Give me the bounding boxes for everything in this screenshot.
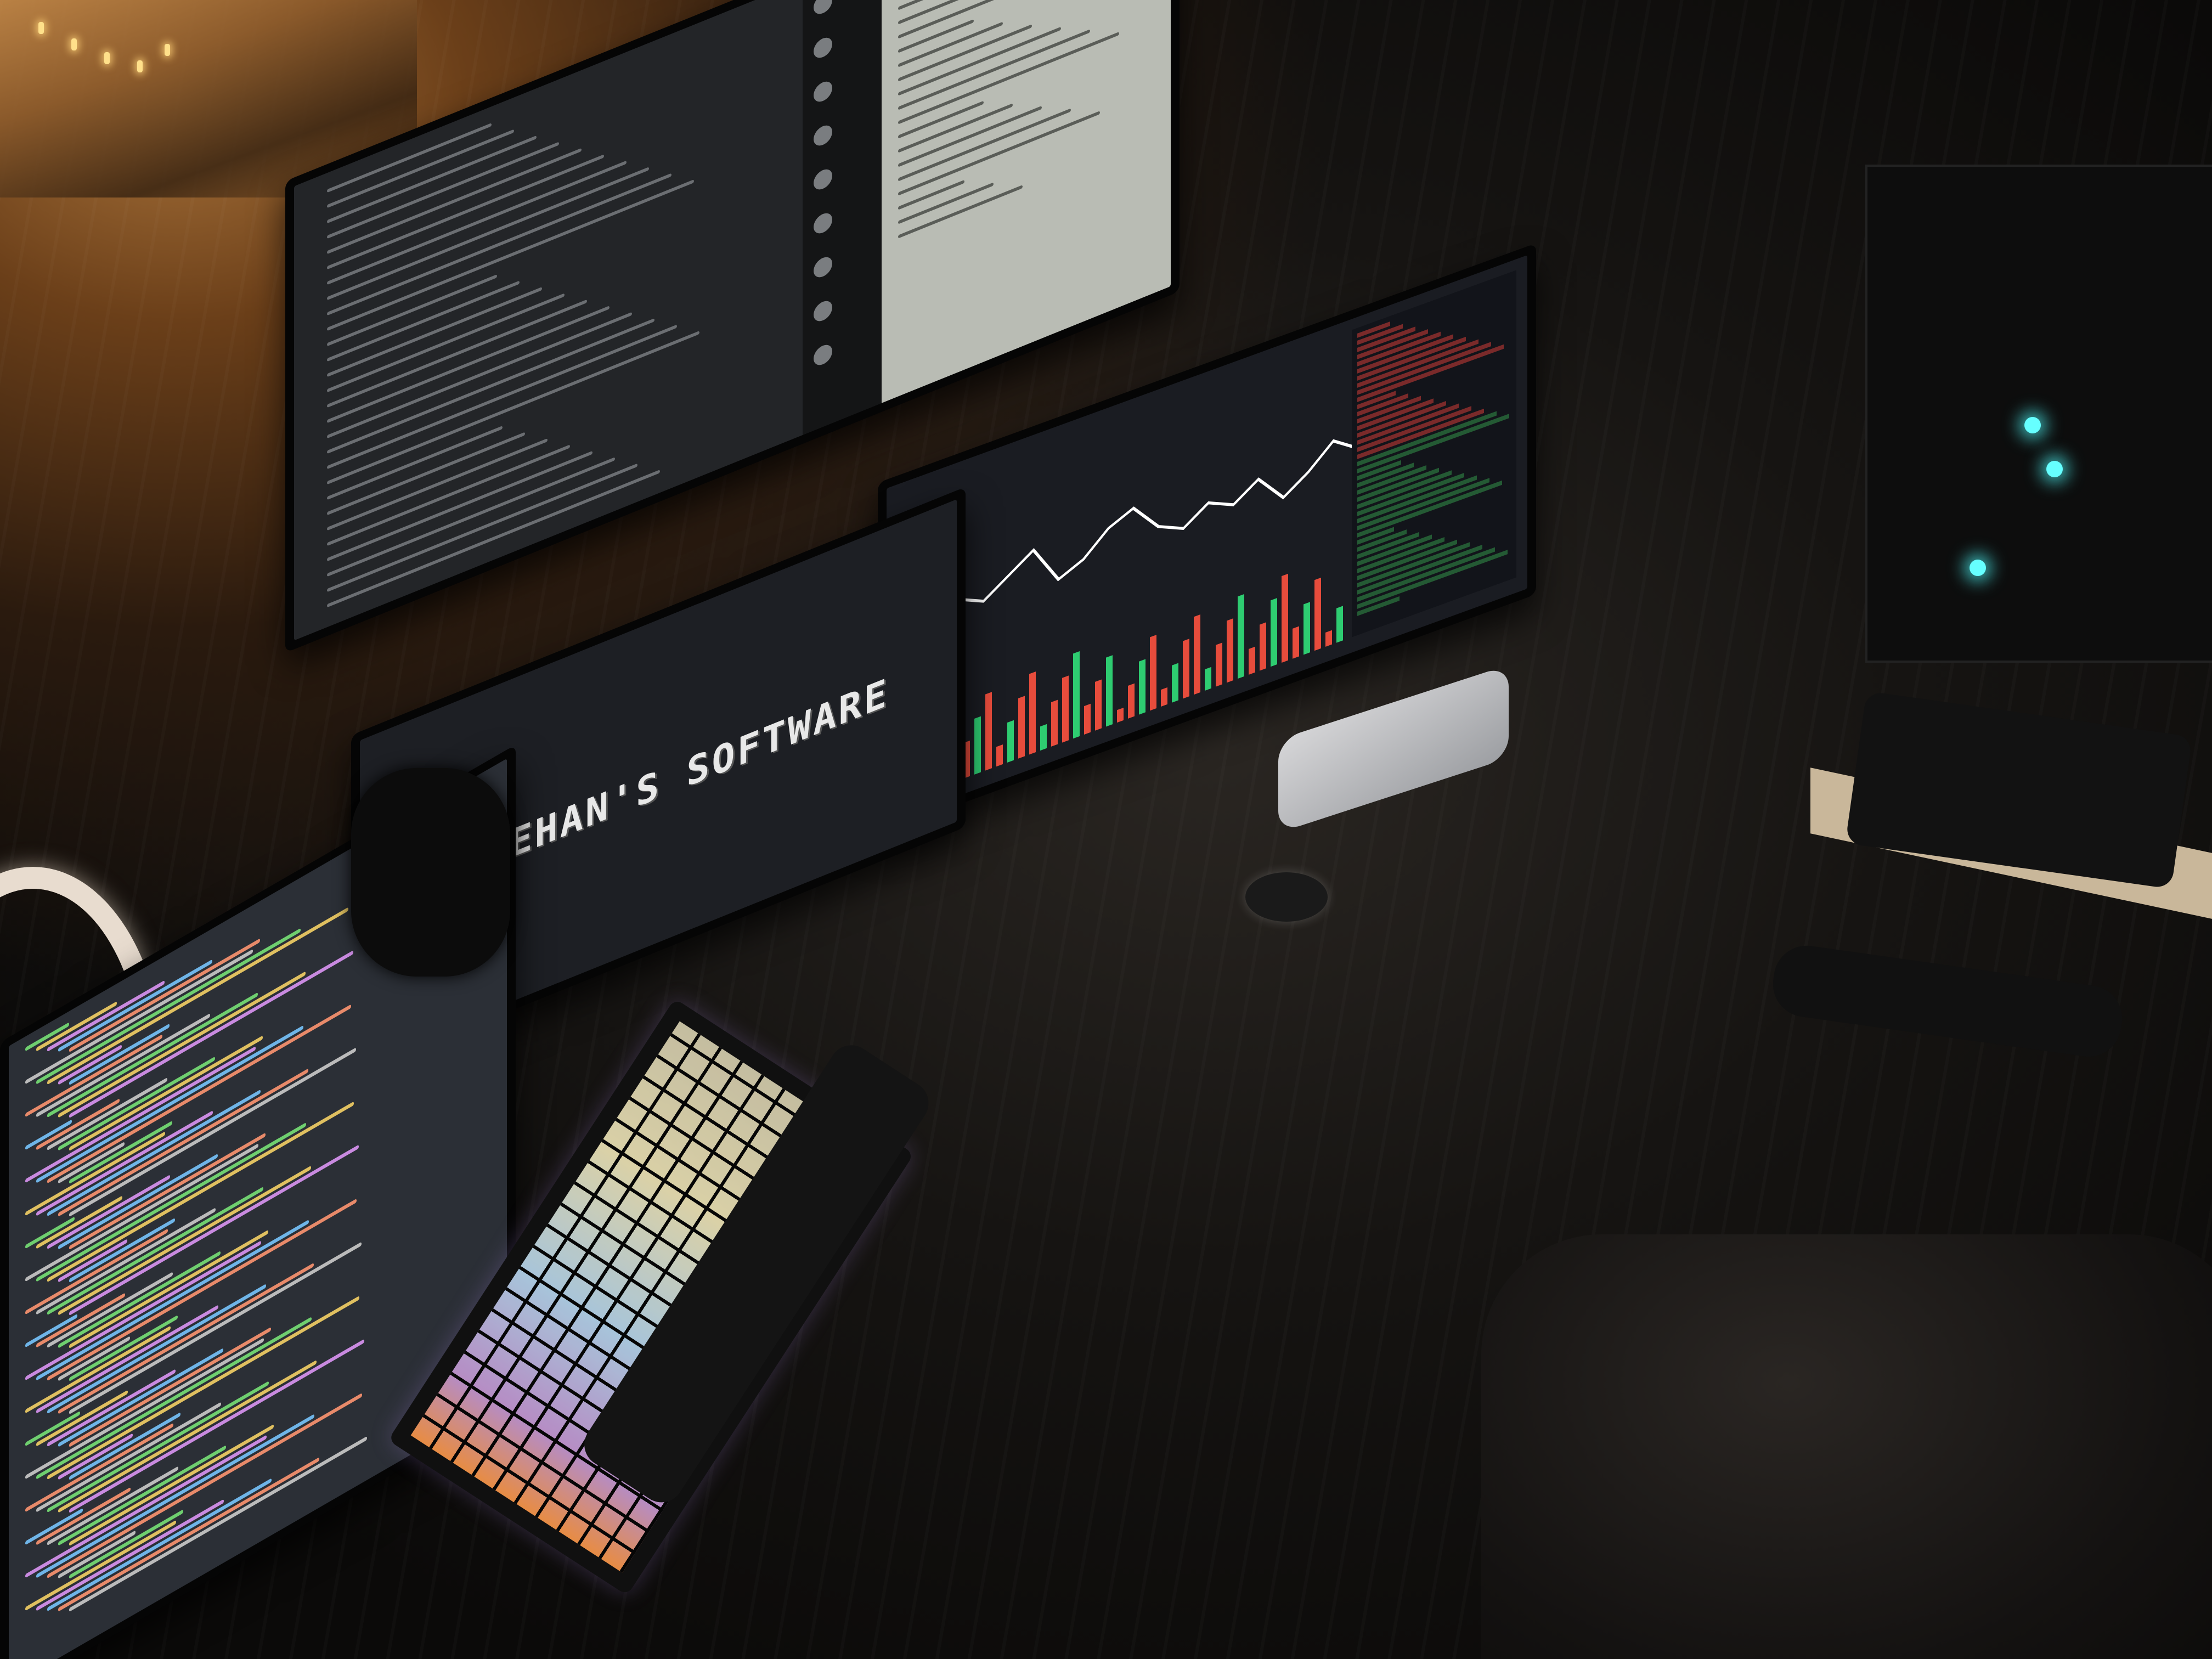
order-book bbox=[1352, 270, 1516, 637]
editor-text-line bbox=[898, 185, 1023, 239]
track-row bbox=[327, 444, 570, 546]
track-row bbox=[327, 160, 627, 285]
track-row bbox=[327, 179, 694, 331]
editor-text-line bbox=[898, 108, 1071, 182]
volume-bar bbox=[1336, 606, 1343, 643]
volume-bar bbox=[1172, 663, 1178, 703]
volume-bar bbox=[1216, 642, 1222, 687]
volume-bar bbox=[1249, 646, 1255, 675]
pc-case bbox=[1865, 165, 2212, 663]
chat-avatar bbox=[813, 210, 832, 236]
volume-bar bbox=[1029, 672, 1036, 755]
office-chair bbox=[1481, 1234, 2212, 1659]
volume-bar bbox=[1314, 577, 1321, 651]
volume-bar bbox=[1271, 598, 1277, 667]
track-row bbox=[327, 293, 565, 393]
joystick-glow bbox=[2046, 461, 2063, 477]
editor-text-line bbox=[898, 0, 1080, 25]
track-row bbox=[327, 148, 582, 255]
volume-bar bbox=[1139, 659, 1146, 715]
track-row bbox=[327, 173, 672, 316]
track-row bbox=[327, 274, 497, 347]
microphone bbox=[351, 768, 510, 977]
volume-bar bbox=[1128, 683, 1135, 719]
volume-bar bbox=[1106, 655, 1113, 727]
volume-bar bbox=[985, 692, 992, 771]
chat-avatar bbox=[813, 35, 832, 61]
volume-bar bbox=[1007, 720, 1014, 763]
volume-bar bbox=[1018, 696, 1025, 759]
volume-bar bbox=[1260, 622, 1266, 671]
volume-bar bbox=[1040, 724, 1047, 751]
volume-bar bbox=[1084, 703, 1091, 735]
joystick-glow bbox=[2024, 417, 2041, 433]
chat-avatar bbox=[813, 342, 832, 368]
editor-text-line bbox=[898, 26, 1061, 96]
editor-text-line bbox=[898, 0, 1109, 39]
fairy-light bbox=[71, 38, 77, 50]
track-row bbox=[327, 154, 604, 270]
joystick-glow bbox=[1970, 560, 1986, 576]
volume-bar bbox=[1095, 679, 1102, 731]
volume-bar bbox=[1293, 626, 1299, 659]
track-row bbox=[327, 324, 677, 470]
banner-text: LEEHAN'S SOFTWARE bbox=[459, 669, 889, 888]
volume-bar bbox=[1282, 573, 1288, 663]
volume-bar bbox=[1073, 651, 1080, 739]
volume-bar bbox=[1117, 707, 1124, 723]
volume-bar bbox=[1227, 618, 1233, 683]
fairy-light bbox=[38, 22, 44, 34]
volume-bar bbox=[1205, 667, 1211, 691]
volume-bar bbox=[1062, 675, 1069, 743]
volume-bar bbox=[1238, 594, 1244, 679]
fairy-light bbox=[137, 60, 143, 72]
volume-bar bbox=[1304, 602, 1310, 655]
chat-avatar bbox=[813, 298, 832, 324]
chat-pane bbox=[802, 0, 882, 436]
volume-bar bbox=[974, 716, 981, 775]
track-row bbox=[327, 426, 503, 500]
volume-bar bbox=[1051, 699, 1058, 747]
volume-bar bbox=[1161, 687, 1167, 707]
editor-text-line bbox=[898, 24, 1032, 82]
editor-text-line bbox=[898, 179, 964, 210]
volume-bar bbox=[996, 744, 1003, 767]
chat-avatar bbox=[813, 254, 832, 280]
volume-bar bbox=[1194, 614, 1200, 695]
chat-avatar bbox=[813, 122, 832, 149]
chat-avatar bbox=[813, 166, 832, 193]
volume-bar bbox=[1183, 639, 1189, 699]
fairy-light bbox=[165, 44, 170, 56]
volume-bar bbox=[1150, 635, 1156, 711]
chat-avatar bbox=[813, 0, 832, 17]
volume-bar bbox=[1325, 630, 1332, 647]
chat-avatar bbox=[813, 78, 832, 105]
fairy-light bbox=[104, 52, 110, 64]
track-row bbox=[327, 306, 610, 424]
editor-text-line bbox=[898, 32, 1119, 125]
photo-scene: LEEHAN'S SOFTWARE bbox=[0, 0, 2212, 1659]
gaming-mouse bbox=[1245, 872, 1328, 922]
